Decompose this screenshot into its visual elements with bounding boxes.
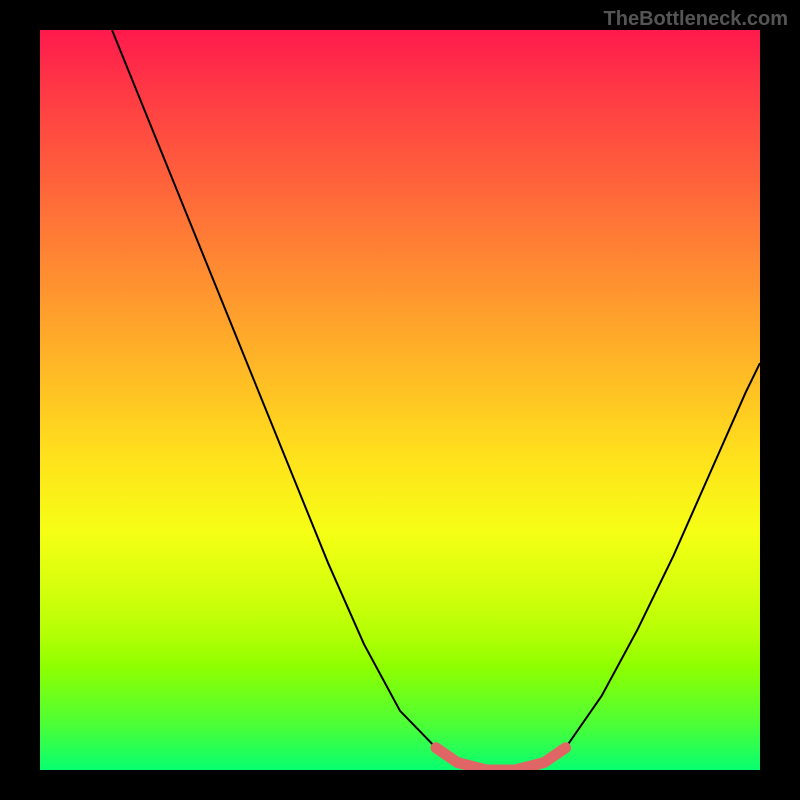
pink-overlay-path bbox=[436, 748, 566, 770]
watermark-text: TheBottleneck.com bbox=[604, 8, 788, 31]
curve-svg bbox=[40, 30, 760, 770]
chart-plot-area bbox=[40, 30, 760, 770]
black-curve-path bbox=[112, 30, 760, 770]
